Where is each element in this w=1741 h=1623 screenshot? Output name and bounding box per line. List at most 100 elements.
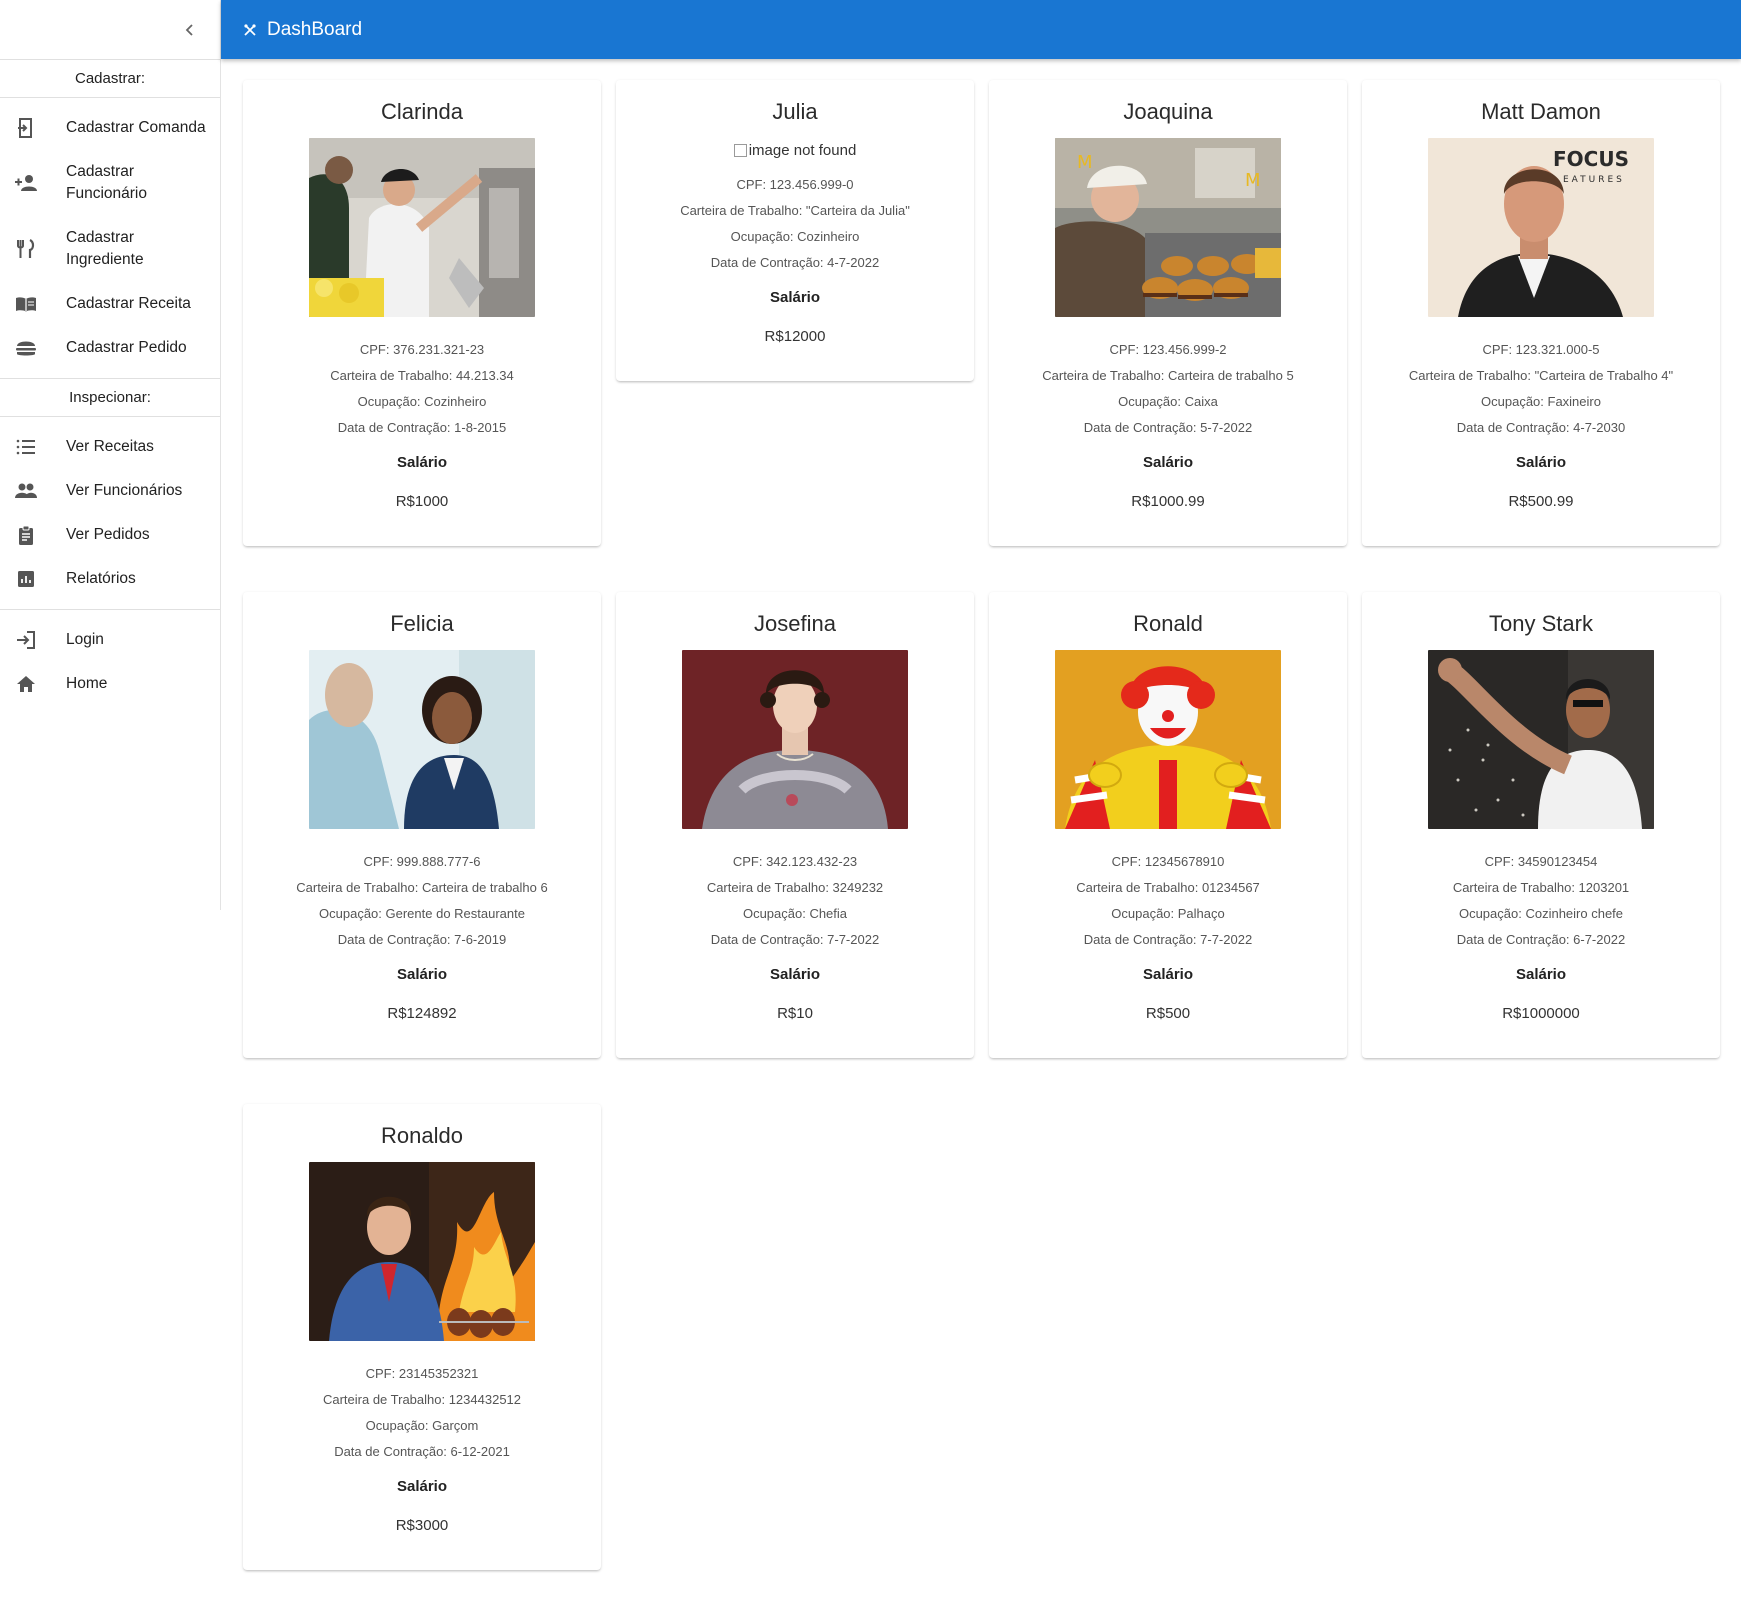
people-icon [14, 479, 38, 503]
employee-cpf: CPF: 123.456.999-0 [736, 177, 854, 192]
employee-data-contratacao: Data de Contração: 1-8-2015 [337, 420, 507, 435]
employee-carteira: Carteira de Trabalho: 44.213.34 [330, 368, 514, 383]
employee-carteira: Carteira de Trabalho: Carteira de trabal… [296, 880, 548, 895]
employee-cpf: CPF: 376.231.321-23 [359, 342, 485, 357]
employee-name: Julia [772, 99, 818, 124]
employee-carteira: Carteira de Trabalho: Carteira de trabal… [1042, 368, 1294, 383]
fork-knife-icon [14, 237, 38, 261]
salary-label: Salário [396, 966, 448, 983]
employee-photo [1428, 650, 1654, 829]
employee-card[interactable]: Matt Damon FOCUS EATURES CPF: 123.321.00… [1362, 80, 1720, 546]
employee-ocupacao: Ocupação: Caixa [1118, 394, 1218, 409]
svg-text:M: M [1245, 170, 1261, 191]
employee-name: Joaquina [1123, 99, 1213, 124]
employee-photo: FOCUS EATURES [1428, 138, 1654, 317]
menu-book-icon [14, 292, 38, 316]
employee-ocupacao: Ocupação: Faxineiro [1481, 394, 1601, 409]
salary-value: R$124892 [387, 1005, 457, 1022]
salary-value: R$1000 [395, 493, 449, 510]
employee-carteira: Carteira de Trabalho: 3249232 [706, 880, 884, 895]
employee-ocupacao: Ocupação: Cozinheiro [730, 229, 860, 244]
employee-data-contratacao: Data de Contração: 7-7-2022 [710, 932, 880, 947]
clipboard-icon [14, 523, 38, 547]
portrait-photo: FOCUS EATURES [1428, 138, 1654, 317]
employee-carteira: Carteira de Trabalho: "Carteira de Traba… [1408, 368, 1674, 383]
sidebar-item-home[interactable]: Home [0, 662, 220, 706]
clown-photo [1055, 650, 1281, 829]
employee-data-contratacao: Data de Contração: 5-7-2022 [1083, 420, 1253, 435]
employee-data-contratacao: Data de Contração: 4-7-2022 [710, 255, 880, 270]
employee-card[interactable]: Josefina CPF: 342.123.432-23 Carteira de… [616, 592, 974, 1058]
employee-photo [1055, 650, 1281, 829]
sidebar-item-label: Cadastrar Receita [66, 295, 191, 312]
employee-name: Ronaldo [381, 1123, 463, 1148]
sidebar-item-cadastrar-pedido[interactable]: Cadastrar Pedido [0, 326, 220, 370]
sidebar-item-label: Ver Pedidos [66, 526, 150, 543]
employee-photo [682, 650, 908, 829]
broken-image: image not found [616, 140, 974, 160]
salt-chef-photo [1428, 650, 1654, 829]
sidebar-item-login[interactable]: Login [0, 618, 220, 662]
painting-photo [682, 650, 908, 829]
sidebar-item-label: Cadastrar Pedido [66, 339, 187, 356]
salary-value: R$500 [1145, 1005, 1191, 1022]
sidebar-item-label: Ver Receitas [66, 438, 154, 455]
section-title-inspect: Inspecionar: [0, 379, 220, 417]
list-icon [14, 435, 38, 459]
sidebar-item-label: Home [66, 675, 108, 692]
salary-label: Salário [769, 289, 821, 306]
sidebar-item-cadastrar-comanda[interactable]: Cadastrar Comanda [0, 106, 220, 150]
burgers-photo: M M [1055, 138, 1281, 317]
sidebar-item-label: Relatórios [66, 570, 136, 587]
sidebar-item-label: Ver Funcionários [66, 482, 183, 499]
page-title: DashBoard [267, 18, 363, 40]
employee-data-contratacao: Data de Contração: 6-12-2021 [334, 1444, 510, 1459]
salary-value: R$500.99 [1508, 493, 1574, 510]
employee-carteira: Carteira de Trabalho: 01234567 [1076, 880, 1260, 895]
employee-name: Josefina [754, 611, 836, 636]
salary-label: Salário [1515, 966, 1567, 983]
sidebar: Cadastrar: Cadastrar Comanda Cadastrar F… [0, 0, 221, 910]
employee-carteira: Carteira de Trabalho: 1203201 [1452, 880, 1630, 895]
employee-card[interactable]: Ronaldo CPF: 23145352321 Carteira de Tra… [243, 1104, 601, 1570]
app-bar: DashBoard [221, 0, 1741, 59]
sidebar-item-cadastrar-receita[interactable]: Cadastrar Receita [0, 282, 220, 326]
sidebar-item-label: Login [66, 631, 104, 648]
broken-image-icon [733, 143, 747, 157]
employee-photo [309, 650, 535, 829]
login-icon [14, 628, 38, 652]
utensils-crossed-icon [243, 22, 259, 38]
employee-photo: M M [1055, 138, 1281, 317]
sidebar-item-relatorios[interactable]: Relatórios [0, 557, 220, 601]
collapse-sidebar-button[interactable] [174, 14, 206, 46]
employee-card[interactable]: Ronald CPF: 12345678910 Carteira de Trab… [989, 592, 1347, 1058]
employee-card[interactable]: Felicia CPF: 999.888.777-6 Carteira de T… [243, 592, 601, 1058]
employee-name: Ronald [1133, 611, 1203, 636]
sidebar-item-ver-receitas[interactable]: Ver Receitas [0, 425, 220, 469]
employee-card[interactable]: Tony Stark CPF: 34590123454 Carteira de … [1362, 592, 1720, 1058]
sidebar-item-ver-pedidos[interactable]: Ver Pedidos [0, 513, 220, 557]
sidebar-item-cadastrar-ingrediente[interactable]: Cadastrar Ingrediente [0, 216, 220, 282]
employee-cpf: CPF: 23145352321 [365, 1366, 479, 1381]
employee-name: Tony Stark [1489, 611, 1593, 636]
employee-name: Matt Damon [1481, 99, 1601, 124]
home-icon [14, 672, 38, 696]
employee-ocupacao: Ocupação: Gerente do Restaurante [319, 906, 525, 921]
employee-data-contratacao: Data de Contração: 4-7-2030 [1456, 420, 1626, 435]
salary-label: Salário [1515, 454, 1567, 471]
chevron-left-icon [185, 24, 193, 36]
sidebar-item-cadastrar-funcionario[interactable]: Cadastrar Funcionário [0, 150, 220, 216]
employee-data-contratacao: Data de Contração: 7-7-2022 [1083, 932, 1253, 947]
office-photo [309, 650, 535, 829]
employee-carteira: Carteira de Trabalho: "Carteira da Julia… [680, 203, 910, 218]
employee-card[interactable]: Julia image not found CPF: 123.456.999-0… [616, 80, 974, 381]
order-ticket-icon [14, 116, 38, 140]
sidebar-item-label: Cadastrar Comanda [66, 119, 206, 136]
employee-card[interactable]: Joaquina M M CPF: 123.456.999-2 Carteira… [989, 80, 1347, 546]
sidebar-item-label: Cadastrar Ingrediente [66, 229, 144, 268]
burger-icon [14, 336, 38, 360]
salary-label: Salário [1142, 454, 1194, 471]
salary-value: R$1000000 [1502, 1005, 1580, 1022]
employee-card[interactable]: Clarinda CPF: 376.231.321-23 Carteira de… [243, 80, 601, 546]
sidebar-item-ver-funcionarios[interactable]: Ver Funcionários [0, 469, 220, 513]
